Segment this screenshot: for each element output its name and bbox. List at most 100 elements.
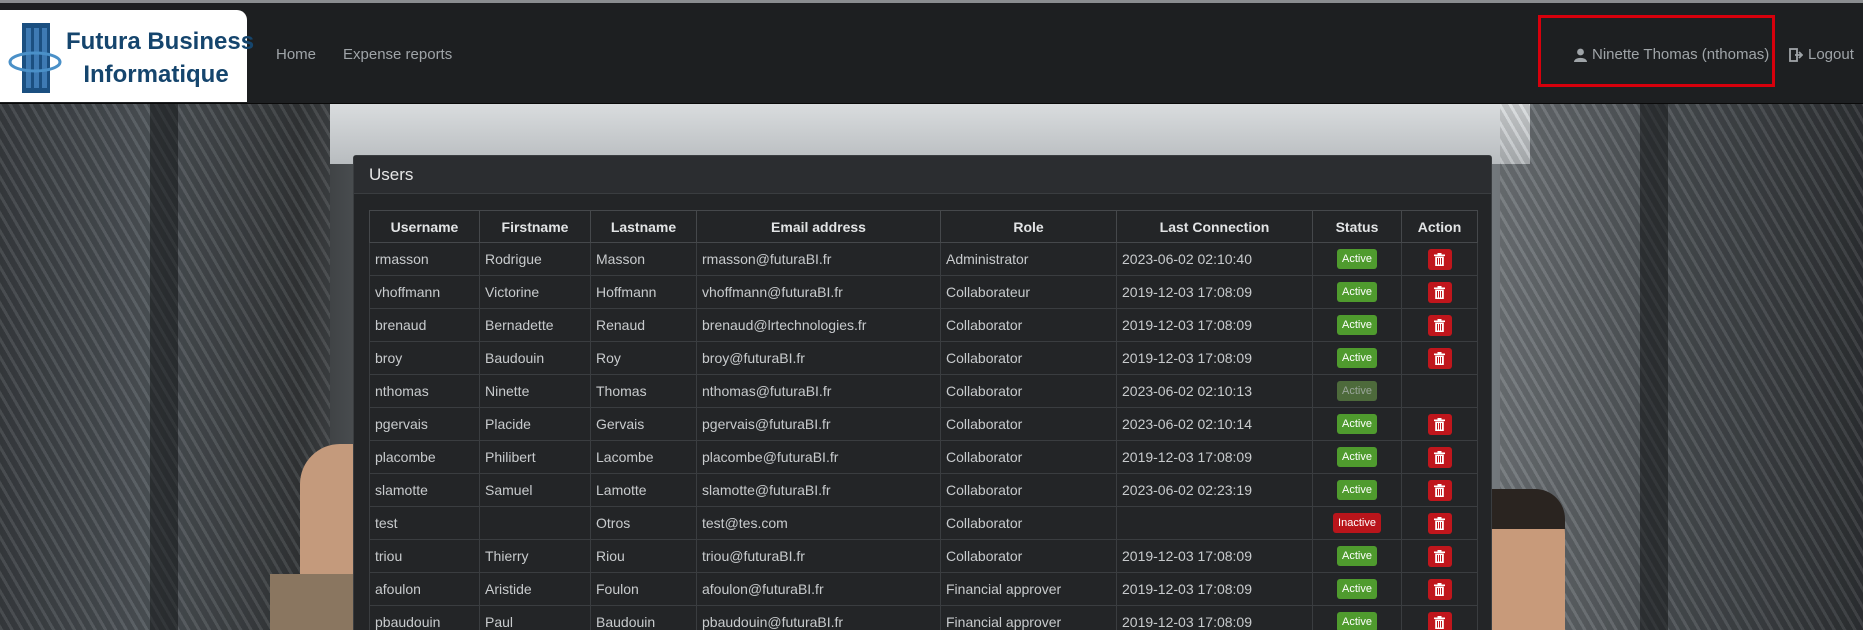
cell-action [1401,473,1478,507]
delete-user-button[interactable] [1427,413,1452,435]
cell-role: Collaborator [940,374,1117,408]
cell-action [1401,341,1478,375]
cell-lastname: Roy [590,341,697,375]
cell-firstname: Baudouin [479,341,591,375]
cell-username: afoulon [369,572,480,606]
cell-status: Active [1312,440,1402,474]
cell-lastname: Riou [590,539,697,573]
cell-firstname: Samuel [479,473,591,507]
cell-email: broy@futuraBI.fr [696,341,941,375]
delete-user-button[interactable] [1427,314,1452,336]
status-badge[interactable]: Active [1337,282,1377,302]
cell-lastname: Masson [590,242,697,276]
cell-role: Collaborator [940,506,1117,540]
panel-title: Users [354,156,1491,194]
delete-user-button[interactable] [1427,281,1452,303]
cell-action [1401,374,1478,408]
person-right-hair [1490,489,1565,529]
cell-username: pgervais [369,407,480,441]
delete-user-button[interactable] [1427,578,1452,600]
col-role[interactable]: Role [940,210,1117,243]
status-badge[interactable]: Active [1337,579,1377,599]
cell-lastname: Gervais [590,407,697,441]
nav-home-link[interactable]: Home [276,45,316,65]
cell-email: slamotte@futuraBI.fr [696,473,941,507]
trash-icon [1434,318,1445,332]
cell-role: Collaborator [940,308,1117,342]
window-pillar [1640,104,1668,630]
status-badge[interactable]: Active [1337,249,1377,269]
status-badge[interactable]: Inactive [1333,513,1381,533]
cell-status: Active [1312,341,1402,375]
delete-user-button[interactable] [1427,479,1452,501]
delete-user-button[interactable] [1427,512,1452,534]
brand-logo[interactable]: Futura Business Informatique [0,10,254,102]
status-badge[interactable]: Active [1337,414,1377,434]
cell-role: Collaborateur [940,275,1117,309]
status-badge[interactable]: Active [1337,348,1377,368]
cell-status: Active [1312,572,1402,606]
cell-action [1401,572,1478,606]
delete-user-button[interactable] [1427,248,1452,270]
col-username[interactable]: Username [369,210,480,243]
cell-status: Active [1312,473,1402,507]
cell-role: Financial approver [940,605,1117,630]
logout-link[interactable]: Logout [1789,45,1854,65]
cell-firstname [479,506,591,540]
cell-role: Collaborator [940,407,1117,441]
cell-username: triou [369,539,480,573]
col-firstname[interactable]: Firstname [479,210,591,243]
cell-last: 2019-12-03 17:08:09 [1116,440,1313,474]
cell-lastname: Hoffmann [590,275,697,309]
cell-email: pgervais@futuraBI.fr [696,407,941,441]
cell-last [1116,506,1313,540]
status-badge[interactable]: Active [1337,315,1377,335]
status-badge[interactable]: Active [1337,612,1377,630]
table-header-row: Username Firstname Lastname Email addres… [369,210,1478,243]
status-badge[interactable]: Active [1337,480,1377,500]
col-action: Action [1401,210,1478,243]
col-last-connection[interactable]: Last Connection [1116,210,1313,243]
status-badge[interactable]: Active [1337,447,1377,467]
col-email[interactable]: Email address [696,210,941,243]
cell-email: triou@futuraBI.fr [696,539,941,573]
delete-user-button[interactable] [1427,446,1452,468]
cell-action [1401,506,1478,540]
delete-user-button[interactable] [1427,545,1452,567]
cell-status: Active [1312,374,1402,408]
trash-icon [1434,417,1445,431]
cell-status: Active [1312,539,1402,573]
cell-firstname: Ninette [479,374,591,408]
status-badge[interactable]: Active [1337,546,1377,566]
cell-status: Active [1312,605,1402,630]
delete-user-button[interactable] [1427,611,1452,630]
table-row: vhoffmann Victorine Hoffmann vhoffmann@futu… [369,275,1478,309]
trash-icon [1434,252,1445,266]
cell-firstname: Paul [479,605,591,630]
cell-lastname: Lacombe [590,440,697,474]
nav-expense-reports-link[interactable]: Expense reports [343,45,452,65]
cell-email: test@tes.com [696,506,941,540]
cell-action [1401,605,1478,630]
cell-action [1401,407,1478,441]
cell-last: 2023-06-02 02:10:40 [1116,242,1313,276]
delete-user-button[interactable] [1427,347,1452,369]
user-icon [1574,48,1587,62]
col-lastname[interactable]: Lastname [590,210,697,243]
cell-action [1401,308,1478,342]
cell-lastname: Foulon [590,572,697,606]
cell-last: 2019-12-03 17:08:09 [1116,572,1313,606]
cell-lastname: Baudouin [590,605,697,630]
cell-lastname: Lamotte [590,473,697,507]
cell-role: Collaborator [940,440,1117,474]
cell-role: Collaborator [940,539,1117,573]
table-row: placombe Philibert Lacombe placombe@futuraB… [369,440,1478,474]
col-status[interactable]: Status [1312,210,1402,243]
table-row: test Otros test@tes.com Collaborator Inactiv… [369,506,1478,540]
current-user-link[interactable]: Ninette Thomas (nthomas) [1574,45,1769,65]
cell-firstname: Thierry [479,539,591,573]
cell-last: 2023-06-02 02:10:14 [1116,407,1313,441]
cell-firstname: Victorine [479,275,591,309]
person-left-suit [270,574,360,630]
cell-firstname: Rodrigue [479,242,591,276]
